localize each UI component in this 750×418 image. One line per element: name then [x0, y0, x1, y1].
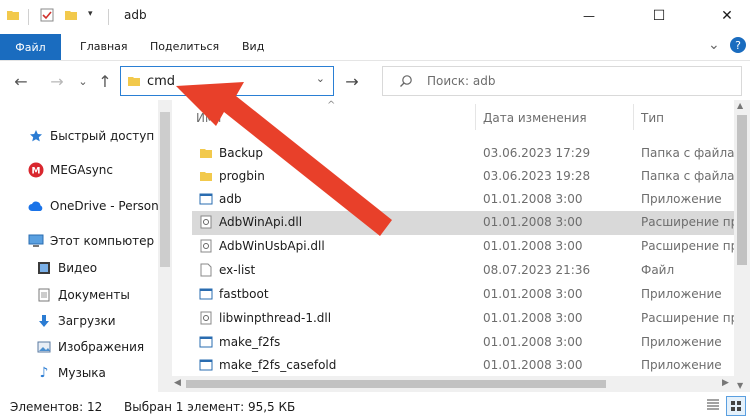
item-count: Элементов: 12: [10, 400, 103, 414]
details-view-icon[interactable]: [704, 396, 722, 414]
large-icons-view-icon[interactable]: [726, 396, 746, 416]
selection-info: Выбран 1 элемент: 95,5 КБ: [124, 400, 296, 414]
annotation-arrow: [176, 82, 392, 236]
status-bar: [0, 392, 750, 418]
